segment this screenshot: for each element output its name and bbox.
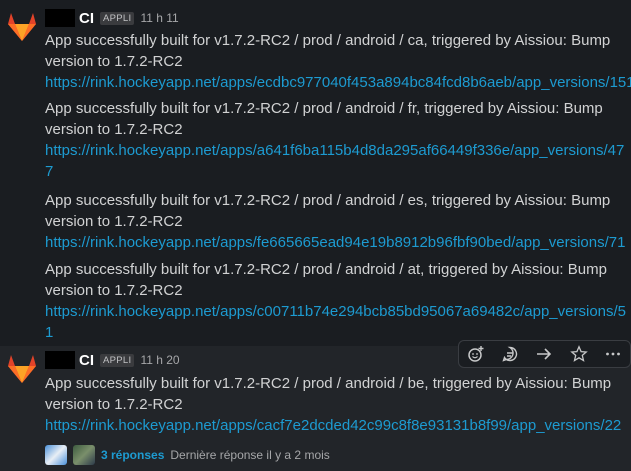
message-text: version to 1.7.2-RC2 xyxy=(45,282,183,299)
last-reply-time: Dernière réponse il y a 2 mois xyxy=(170,448,330,462)
message-link-continued[interactable]: 7 xyxy=(45,161,631,182)
message-text: App successfully built for v1.7.2-RC2 / … xyxy=(45,192,611,209)
emoji-add-icon[interactable] xyxy=(462,342,490,366)
app-badge: APPLI xyxy=(100,11,135,25)
message-text: version to 1.7.2-RC2 xyxy=(45,121,183,138)
redacted-name xyxy=(45,351,75,369)
message-link[interactable]: https://rink.hockeyapp.net/apps/fe665665… xyxy=(45,232,631,253)
timestamp[interactable]: 11 h 20 xyxy=(140,353,179,367)
message-header: CI APPLI 11 h 11 xyxy=(45,8,179,28)
reply-avatar xyxy=(73,445,95,465)
message-text: version to 1.7.2-RC2 xyxy=(45,53,183,70)
sender-name[interactable]: CI xyxy=(79,10,94,27)
message-text: App successfully built for v1.7.2-RC2 / … xyxy=(45,32,611,49)
message-text: version to 1.7.2-RC2 xyxy=(45,213,183,230)
message-text: App successfully built for v1.7.2-RC2 / … xyxy=(45,261,607,278)
message-text: App successfully built for v1.7.2-RC2 / … xyxy=(45,375,612,392)
message-link[interactable]: https://rink.hockeyapp.net/apps/a641f6ba… xyxy=(45,140,631,161)
message-link[interactable]: https://rink.hockeyapp.net/apps/c00711b7… xyxy=(45,301,631,322)
reply-thread-icon[interactable] xyxy=(496,342,524,366)
message-actions-toolbar xyxy=(458,340,631,368)
message-link[interactable]: https://rink.hockeyapp.net/apps/ecdbc977… xyxy=(45,72,631,93)
star-icon[interactable] xyxy=(565,342,593,366)
share-icon[interactable] xyxy=(530,342,558,366)
sender-name[interactable]: CI xyxy=(79,352,94,369)
app-badge: APPLI xyxy=(100,353,135,367)
gitlab-avatar[interactable] xyxy=(4,8,40,44)
message-text: App successfully built for v1.7.2-RC2 / … xyxy=(45,100,603,117)
replies-count[interactable]: 3 réponses xyxy=(101,448,164,462)
message-link[interactable]: https://rink.hockeyapp.net/apps/cacf7e2d… xyxy=(45,415,631,436)
gitlab-avatar[interactable] xyxy=(4,350,40,386)
redacted-name xyxy=(45,9,75,27)
thread-replies[interactable]: 3 réponses Dernière réponse il y a 2 moi… xyxy=(45,444,330,466)
reply-avatar xyxy=(45,445,67,465)
message-text: version to 1.7.2-RC2 xyxy=(45,396,183,413)
more-icon[interactable] xyxy=(599,342,627,366)
timestamp[interactable]: 11 h 11 xyxy=(140,11,178,25)
message-header: CI APPLI 11 h 20 xyxy=(45,350,180,370)
